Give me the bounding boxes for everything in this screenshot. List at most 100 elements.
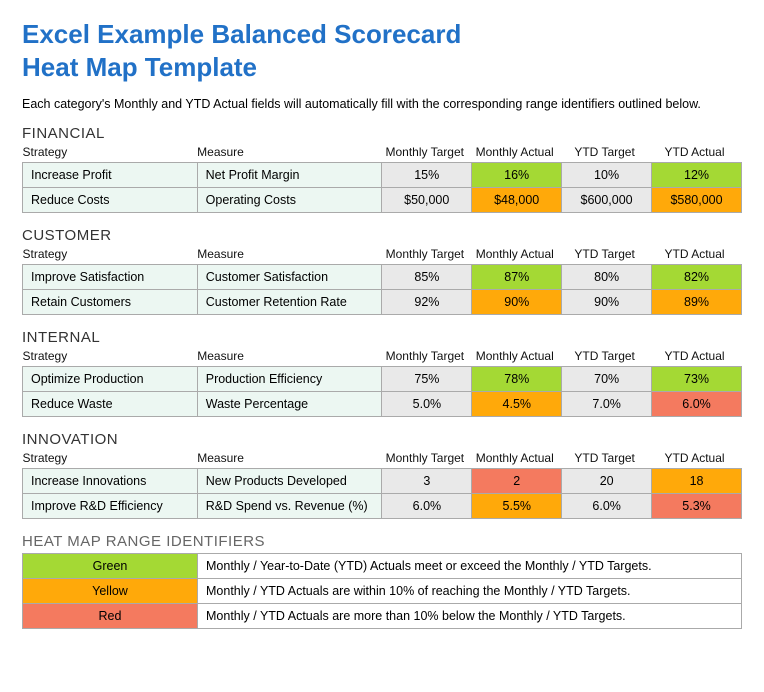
cell-ytd-actual: 89%	[652, 290, 742, 315]
cell-monthly-actual: 90%	[472, 290, 562, 315]
legend-label: Yellow	[23, 579, 198, 604]
col-measure: Measure	[197, 347, 382, 367]
col-strategy: Strategy	[23, 143, 198, 163]
cell-measure: R&D Spend vs. Revenue (%)	[197, 494, 382, 519]
col-ytd-actual: YTD Actual	[652, 245, 742, 265]
cell-measure: Production Efficiency	[197, 367, 382, 392]
col-ytd-target: YTD Target	[562, 449, 652, 469]
cell-ytd-actual: 18	[652, 469, 742, 494]
cell-ytd-target: 70%	[562, 367, 652, 392]
cell-ytd-actual: 82%	[652, 265, 742, 290]
col-monthly-actual: Monthly Actual	[472, 143, 562, 163]
cell-ytd-target: 6.0%	[562, 494, 652, 519]
cell-monthly-target: $50,000	[382, 188, 472, 213]
col-monthly-actual: Monthly Actual	[472, 245, 562, 265]
table-row: Reduce Costs Operating Costs $50,000 $48…	[23, 188, 742, 213]
col-strategy: Strategy	[23, 245, 198, 265]
cell-monthly-target: 75%	[382, 367, 472, 392]
section-title: CUSTOMER	[22, 227, 742, 244]
scorecard-table: Strategy Measure Monthly Target Monthly …	[22, 347, 742, 417]
cell-ytd-target: 7.0%	[562, 392, 652, 417]
cell-measure: New Products Developed	[197, 469, 382, 494]
table-row: Increase Innovations New Products Develo…	[23, 469, 742, 494]
col-ytd-actual: YTD Actual	[652, 347, 742, 367]
table-row: Retain Customers Customer Retention Rate…	[23, 290, 742, 315]
cell-monthly-actual: 16%	[472, 163, 562, 188]
col-measure: Measure	[197, 143, 382, 163]
cell-monthly-actual: 87%	[472, 265, 562, 290]
cell-strategy: Reduce Costs	[23, 188, 198, 213]
section-title: INTERNAL	[22, 329, 742, 346]
cell-strategy: Improve R&D Efficiency	[23, 494, 198, 519]
cell-monthly-target: 6.0%	[382, 494, 472, 519]
cell-measure: Net Profit Margin	[197, 163, 382, 188]
col-ytd-target: YTD Target	[562, 143, 652, 163]
cell-measure: Waste Percentage	[197, 392, 382, 417]
legend-desc: Monthly / YTD Actuals are within 10% of …	[198, 579, 742, 604]
cell-ytd-target: 90%	[562, 290, 652, 315]
col-measure: Measure	[197, 449, 382, 469]
cell-monthly-target: 92%	[382, 290, 472, 315]
cell-ytd-target: 20	[562, 469, 652, 494]
cell-measure: Customer Retention Rate	[197, 290, 382, 315]
scorecard-table: Strategy Measure Monthly Target Monthly …	[22, 449, 742, 519]
table-row: Improve Satisfaction Customer Satisfacti…	[23, 265, 742, 290]
col-ytd-actual: YTD Actual	[652, 449, 742, 469]
cell-ytd-actual: 12%	[652, 163, 742, 188]
title-line-1: Excel Example Balanced Scorecard	[22, 19, 461, 49]
cell-strategy: Optimize Production	[23, 367, 198, 392]
title-line-2: Heat Map Template	[22, 52, 257, 82]
legend-table: Green Monthly / Year-to-Date (YTD) Actua…	[22, 553, 742, 629]
cell-monthly-target: 85%	[382, 265, 472, 290]
table-row: Reduce Waste Waste Percentage 5.0% 4.5% …	[23, 392, 742, 417]
cell-ytd-target: 80%	[562, 265, 652, 290]
page-subtitle: Each category's Monthly and YTD Actual f…	[22, 97, 742, 111]
section-title: INNOVATION	[22, 431, 742, 448]
col-strategy: Strategy	[23, 347, 198, 367]
table-row: Optimize Production Production Efficienc…	[23, 367, 742, 392]
cell-ytd-target: $600,000	[562, 188, 652, 213]
legend-title: HEAT MAP RANGE IDENTIFIERS	[22, 533, 742, 550]
cell-monthly-actual: 4.5%	[472, 392, 562, 417]
cell-ytd-actual: $580,000	[652, 188, 742, 213]
cell-strategy: Increase Innovations	[23, 469, 198, 494]
cell-monthly-actual: $48,000	[472, 188, 562, 213]
cell-ytd-actual: 6.0%	[652, 392, 742, 417]
col-monthly-target: Monthly Target	[382, 143, 472, 163]
legend-label: Green	[23, 554, 198, 579]
cell-ytd-target: 10%	[562, 163, 652, 188]
col-ytd-actual: YTD Actual	[652, 143, 742, 163]
col-monthly-target: Monthly Target	[382, 347, 472, 367]
col-monthly-actual: Monthly Actual	[472, 449, 562, 469]
col-ytd-target: YTD Target	[562, 347, 652, 367]
col-monthly-actual: Monthly Actual	[472, 347, 562, 367]
legend-desc: Monthly / YTD Actuals are more than 10% …	[198, 604, 742, 629]
cell-ytd-actual: 5.3%	[652, 494, 742, 519]
cell-ytd-actual: 73%	[652, 367, 742, 392]
scorecard-table: Strategy Measure Monthly Target Monthly …	[22, 143, 742, 213]
table-row: Increase Profit Net Profit Margin 15% 16…	[23, 163, 742, 188]
cell-strategy: Retain Customers	[23, 290, 198, 315]
col-monthly-target: Monthly Target	[382, 449, 472, 469]
legend-label: Red	[23, 604, 198, 629]
scorecard-table: Strategy Measure Monthly Target Monthly …	[22, 245, 742, 315]
page-title: Excel Example Balanced Scorecard Heat Ma…	[22, 18, 742, 83]
cell-monthly-target: 3	[382, 469, 472, 494]
cell-measure: Operating Costs	[197, 188, 382, 213]
cell-monthly-actual: 78%	[472, 367, 562, 392]
cell-monthly-target: 15%	[382, 163, 472, 188]
col-monthly-target: Monthly Target	[382, 245, 472, 265]
col-measure: Measure	[197, 245, 382, 265]
cell-strategy: Improve Satisfaction	[23, 265, 198, 290]
section-title: FINANCIAL	[22, 125, 742, 142]
cell-monthly-actual: 2	[472, 469, 562, 494]
table-row: Improve R&D Efficiency R&D Spend vs. Rev…	[23, 494, 742, 519]
cell-strategy: Increase Profit	[23, 163, 198, 188]
legend-row: Green Monthly / Year-to-Date (YTD) Actua…	[23, 554, 742, 579]
col-strategy: Strategy	[23, 449, 198, 469]
cell-measure: Customer Satisfaction	[197, 265, 382, 290]
cell-monthly-target: 5.0%	[382, 392, 472, 417]
cell-strategy: Reduce Waste	[23, 392, 198, 417]
legend-row: Yellow Monthly / YTD Actuals are within …	[23, 579, 742, 604]
col-ytd-target: YTD Target	[562, 245, 652, 265]
